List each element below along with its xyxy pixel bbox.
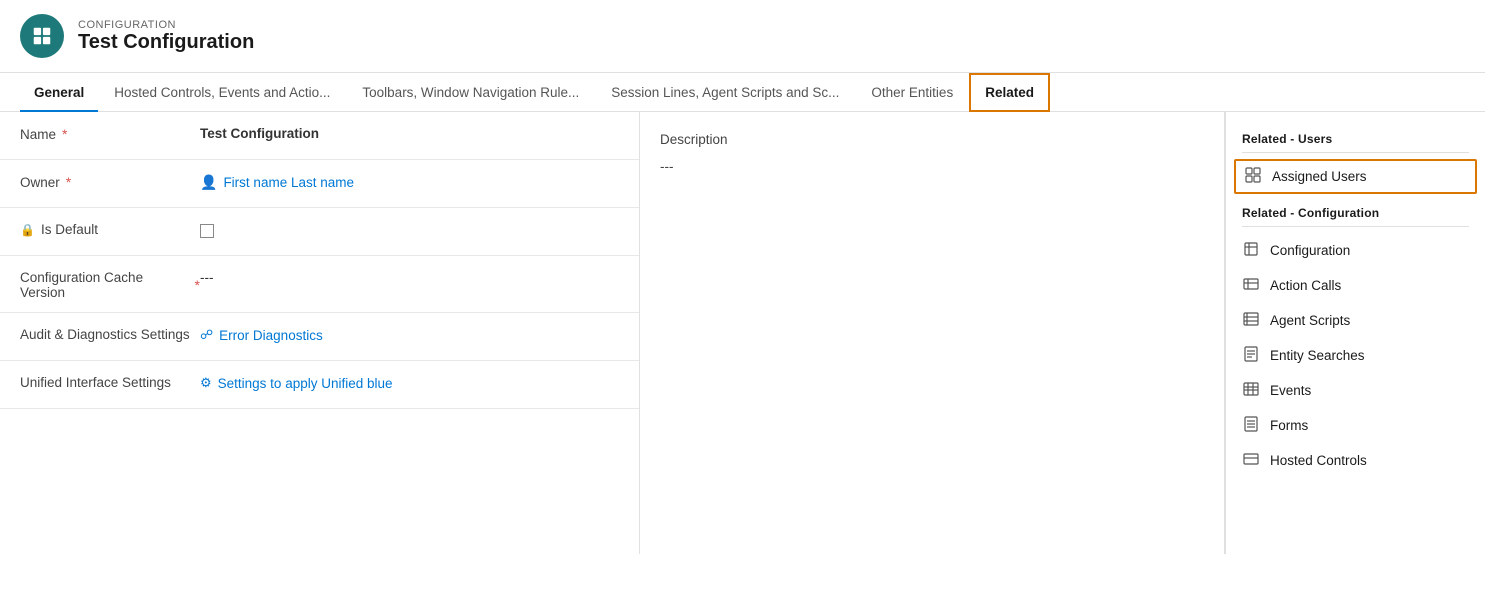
- forms-icon: [1242, 416, 1260, 435]
- related-item-configuration[interactable]: Configuration: [1226, 233, 1485, 268]
- unified-icon: ⚙: [200, 375, 212, 391]
- config-icon: [31, 25, 53, 47]
- form-row-name: Name * Test Configuration: [0, 112, 639, 160]
- form-row-unified-interface: Unified Interface Settings ⚙ Settings to…: [0, 361, 639, 409]
- tab-related[interactable]: Related: [969, 73, 1050, 112]
- related-item-hosted-controls[interactable]: Hosted Controls: [1226, 443, 1485, 478]
- header-text: CONFIGURATION Test Configuration: [78, 19, 254, 54]
- value-is-default: [200, 220, 619, 241]
- description-panel: Description ---: [640, 112, 1225, 554]
- config-title: Test Configuration: [78, 31, 254, 54]
- unified-interface-link[interactable]: ⚙ Settings to apply Unified blue: [200, 375, 619, 391]
- config-label: CONFIGURATION: [78, 19, 254, 31]
- value-unified-interface: ⚙ Settings to apply Unified blue: [200, 373, 619, 391]
- app-header: CONFIGURATION Test Configuration: [0, 0, 1485, 73]
- related-item-forms[interactable]: Forms: [1226, 408, 1485, 443]
- related-item-entity-searches[interactable]: Entity Searches: [1226, 338, 1485, 373]
- value-owner[interactable]: 👤 First name Last name: [200, 172, 619, 191]
- configuration-label: Configuration: [1270, 243, 1350, 258]
- events-icon: [1242, 381, 1260, 400]
- form-row-cache-version: Configuration Cache Version * ---: [0, 256, 639, 313]
- assigned-users-label: Assigned Users: [1272, 169, 1367, 184]
- events-label: Events: [1270, 383, 1311, 398]
- form-row-audit: Audit & Diagnostics Settings ☍ Error Dia…: [0, 313, 639, 361]
- lock-icon: 🔒: [20, 223, 35, 237]
- audit-icon: ☍: [200, 327, 213, 343]
- is-default-checkbox[interactable]: [200, 224, 214, 238]
- tab-toolbars[interactable]: Toolbars, Window Navigation Rule...: [346, 73, 595, 112]
- action-calls-label: Action Calls: [1270, 278, 1341, 293]
- related-config-divider: [1242, 226, 1469, 227]
- entity-searches-label: Entity Searches: [1270, 348, 1365, 363]
- main-content: Name * Test Configuration Owner * 👤 Firs…: [0, 112, 1485, 554]
- required-star-owner: *: [66, 174, 71, 190]
- tab-other-entities[interactable]: Other Entities: [855, 73, 969, 112]
- description-label: Description: [660, 132, 1204, 147]
- tab-hosted-controls[interactable]: Hosted Controls, Events and Actio...: [98, 73, 346, 112]
- tab-session-lines[interactable]: Session Lines, Agent Scripts and Sc...: [595, 73, 855, 112]
- entity-searches-icon: [1242, 346, 1260, 365]
- description-value: ---: [660, 159, 1204, 174]
- form-row-is-default: 🔒 Is Default: [0, 208, 639, 256]
- tab-general[interactable]: General: [20, 75, 98, 112]
- assigned-users-icon: [1244, 167, 1262, 186]
- label-name: Name *: [20, 124, 200, 142]
- hosted-controls-label: Hosted Controls: [1270, 453, 1367, 468]
- related-users-divider: [1242, 152, 1469, 153]
- label-cache-version: Configuration Cache Version *: [20, 268, 200, 300]
- action-calls-icon: [1242, 276, 1260, 295]
- value-audit: ☍ Error Diagnostics: [200, 325, 619, 343]
- related-item-events[interactable]: Events: [1226, 373, 1485, 408]
- form-panel: Name * Test Configuration Owner * 👤 Firs…: [0, 112, 640, 554]
- agent-scripts-label: Agent Scripts: [1270, 313, 1350, 328]
- error-diagnostics-link[interactable]: ☍ Error Diagnostics: [200, 327, 619, 343]
- agent-scripts-icon: [1242, 311, 1260, 330]
- label-audit: Audit & Diagnostics Settings: [20, 325, 200, 342]
- related-item-agent-scripts[interactable]: Agent Scripts: [1226, 303, 1485, 338]
- related-users-header: Related - Users: [1226, 122, 1485, 152]
- value-name: Test Configuration: [200, 124, 619, 141]
- unified-label: Settings to apply Unified blue: [218, 376, 393, 391]
- hosted-controls-icon: [1242, 451, 1260, 470]
- label-is-default: 🔒 Is Default: [20, 220, 200, 237]
- form-row-owner: Owner * 👤 First name Last name: [0, 160, 639, 208]
- nav-tabs: General Hosted Controls, Events and Acti…: [0, 73, 1485, 112]
- label-owner: Owner *: [20, 172, 200, 190]
- required-star-name: *: [62, 126, 67, 142]
- related-panel: Related - Users Assigned Users Related -…: [1225, 112, 1485, 554]
- forms-label: Forms: [1270, 418, 1308, 433]
- owner-name: First name Last name: [223, 175, 354, 190]
- related-config-header: Related - Configuration: [1226, 196, 1485, 226]
- audit-label: Error Diagnostics: [219, 328, 323, 343]
- related-item-assigned-users[interactable]: Assigned Users: [1234, 159, 1477, 194]
- label-unified-interface: Unified Interface Settings: [20, 373, 200, 390]
- person-icon: 👤: [200, 174, 217, 191]
- related-item-action-calls[interactable]: Action Calls: [1226, 268, 1485, 303]
- configuration-icon: [1242, 241, 1260, 260]
- app-icon: [20, 14, 64, 58]
- value-cache-version: ---: [200, 268, 619, 285]
